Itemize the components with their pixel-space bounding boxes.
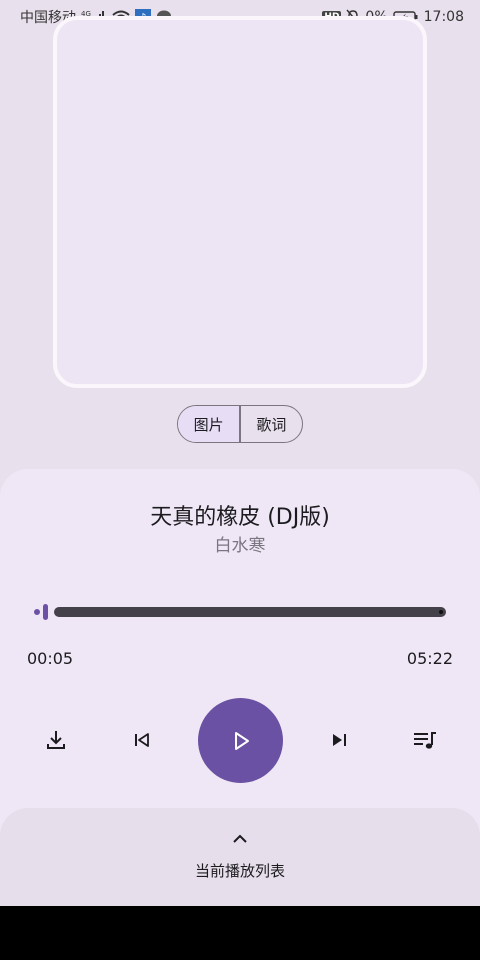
progress-slider[interactable] bbox=[34, 604, 446, 620]
tab-picture[interactable]: 图片 bbox=[178, 406, 240, 442]
progress-end-dot bbox=[439, 610, 443, 614]
current-time: 00:05 bbox=[27, 649, 74, 668]
previous-button[interactable] bbox=[126, 724, 158, 756]
current-playlist-sheet[interactable]: 当前播放列表 bbox=[0, 808, 480, 906]
queue-music-icon bbox=[414, 732, 436, 749]
play-button[interactable] bbox=[198, 698, 283, 783]
chevron-up-icon[interactable] bbox=[228, 830, 252, 848]
skip-next-icon bbox=[333, 734, 346, 746]
progress-track bbox=[54, 607, 446, 617]
song-title: 天真的橡皮 (DJ版) bbox=[150, 505, 330, 530]
view-toggle: 图片 歌词 bbox=[177, 405, 303, 443]
system-navigation-bar bbox=[0, 906, 480, 960]
current-playlist-label[interactable]: 当前播放列表 bbox=[0, 860, 480, 881]
next-button[interactable] bbox=[323, 724, 355, 756]
song-artist: 白水寒 bbox=[214, 536, 266, 556]
progress-played bbox=[34, 609, 40, 615]
download-icon bbox=[47, 731, 65, 749]
play-icon bbox=[234, 731, 249, 750]
download-button[interactable] bbox=[40, 724, 72, 756]
skip-previous-icon bbox=[135, 733, 149, 747]
album-artwork bbox=[53, 16, 427, 388]
tab-lyrics[interactable]: 歌词 bbox=[241, 406, 302, 442]
clock: 17:08 bbox=[423, 9, 464, 25]
progress-thumb[interactable] bbox=[43, 604, 48, 620]
total-time: 05:22 bbox=[406, 649, 453, 668]
queue-button[interactable] bbox=[409, 724, 441, 756]
